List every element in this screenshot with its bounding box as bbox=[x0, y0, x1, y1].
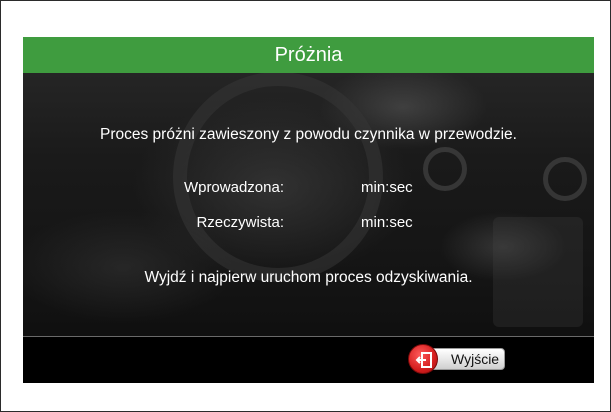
bottom-bar bbox=[23, 337, 594, 383]
air-vent-graphic bbox=[543, 157, 587, 201]
exit-door-icon[interactable] bbox=[408, 344, 438, 374]
page-title: Próżnia bbox=[23, 37, 594, 73]
air-vent-graphic bbox=[423, 147, 467, 191]
instruction-message: Wyjdź i najpierw uruchom proces odzyskiw… bbox=[144, 269, 473, 286]
vacuum-screen: Próżnia Proces próżni zawieszony z powod… bbox=[23, 37, 594, 383]
exit-button-label[interactable]: Wyjście bbox=[451, 349, 499, 369]
set-time-value: min:sec bbox=[361, 179, 413, 196]
actual-time-label: Rzeczywista: bbox=[196, 214, 284, 231]
actual-time-value: min:sec bbox=[361, 214, 413, 231]
set-time-label: Wprowadzona: bbox=[183, 179, 284, 196]
steering-wheel-graphic bbox=[173, 72, 383, 282]
exit-button[interactable]: Wyjście bbox=[408, 344, 505, 374]
window-frame: Próżnia Proces próżni zawieszony z powod… bbox=[0, 0, 611, 412]
status-message: Proces próżni zawieszony z powodu czynni… bbox=[100, 126, 517, 143]
